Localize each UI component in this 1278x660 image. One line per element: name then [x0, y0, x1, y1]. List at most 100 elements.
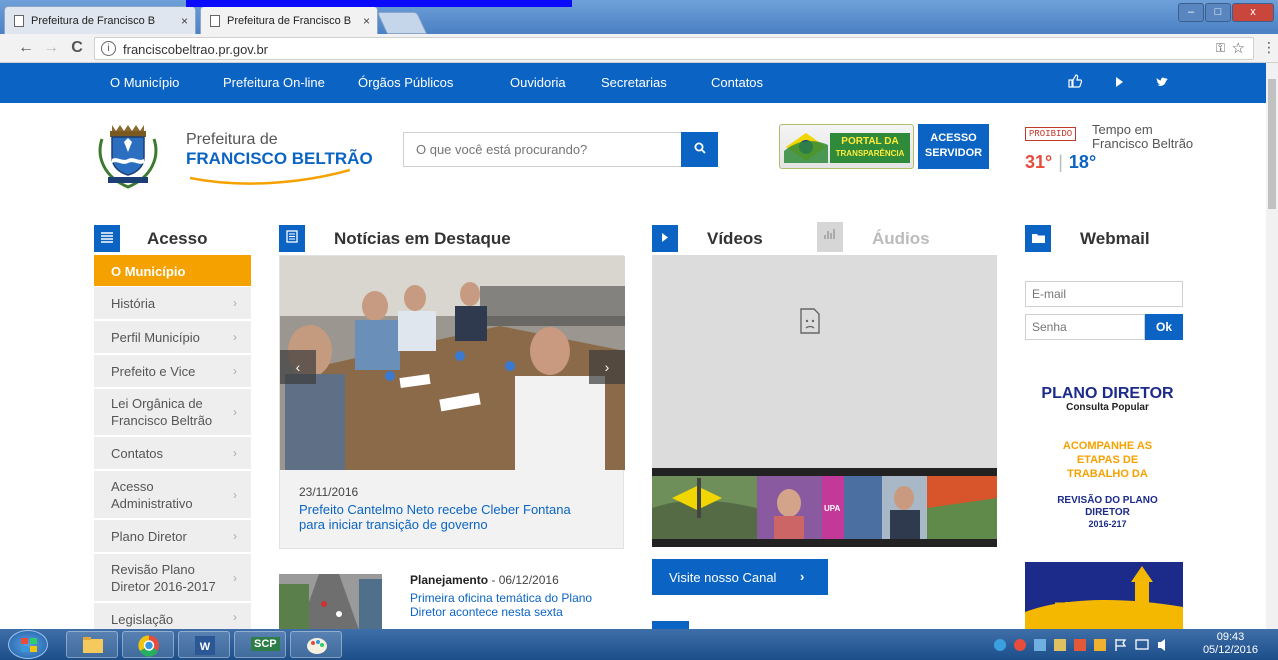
scp-icon: SCP — [251, 637, 280, 651]
system-tray-icons[interactable] — [992, 637, 1202, 653]
window-maximize-button[interactable]: □ — [1205, 3, 1231, 22]
sidebar-item-municipio[interactable]: O Município — [94, 255, 251, 286]
temp-max: 31° — [1025, 152, 1053, 172]
sidebar-item-label: Plano Diretor — [111, 529, 187, 544]
chevron-right-icon: › — [233, 529, 237, 543]
slider-next-arrow-icon[interactable]: › — [589, 350, 625, 384]
taskbar-scp[interactable]: SCP — [234, 631, 286, 658]
browser-menu-icon[interactable]: ⋮ — [1262, 39, 1276, 56]
featured-news-card[interactable]: ‹ › 23/11/2016 Prefeito Cantelmo Neto re… — [279, 255, 625, 549]
back-arrow-icon[interactable]: ← — [17, 39, 35, 57]
browser-tab-1[interactable]: Prefeitura de Francisco B × — [4, 6, 196, 34]
audio-bars-icon[interactable] — [817, 222, 843, 252]
email-field[interactable] — [1025, 281, 1183, 307]
nav-item-orgaos-publicos[interactable]: Órgãos Públicos — [358, 75, 453, 90]
tab-audios[interactable]: Áudios — [872, 229, 930, 249]
weather-temperatures: 31° | 18° — [1025, 152, 1096, 173]
news-headline-link[interactable]: Primeira oficina temática do Plano Diret… — [410, 591, 630, 619]
broken-plugin-icon — [800, 308, 820, 334]
news-thumbnail[interactable] — [279, 574, 382, 630]
browser-tab-2[interactable]: Prefeitura de Francisco B × — [200, 6, 378, 34]
weather-label-line-2: Francisco Beltrão — [1092, 136, 1194, 151]
bookmark-star-icon[interactable]: ☆ — [1232, 39, 1245, 57]
new-tab-button[interactable] — [376, 12, 428, 34]
url-text[interactable]: franciscobeltrao.pr.gov.br — [123, 42, 268, 57]
proibido-badge: PROIBIDO — [1025, 127, 1077, 141]
temp-separator: | — [1058, 152, 1063, 172]
menu-list-icon — [94, 225, 120, 252]
portal-transparencia-banner[interactable]: PORTAL DA TRANSPARÊNCIA — [779, 124, 914, 169]
search-button[interactable] — [681, 132, 718, 167]
svg-text:W: W — [200, 641, 211, 653]
tab-close-icon[interactable]: × — [181, 14, 188, 28]
sidebar-item-acesso-administrativo[interactable]: Acesso Administrativo › — [94, 471, 251, 519]
forward-arrow-icon[interactable]: → — [42, 39, 60, 57]
chevron-right-icon: › — [233, 364, 237, 378]
video-player[interactable] — [652, 255, 997, 468]
nav-item-ouvidoria[interactable]: Ouvidoria — [510, 75, 566, 90]
webmail-ok-button[interactable]: Ok — [1145, 314, 1183, 340]
nav-item-secretarias[interactable]: Secretarias — [601, 75, 667, 90]
chevron-right-icon: › — [233, 609, 237, 624]
newspaper-icon — [279, 225, 305, 252]
acesso-servidor-line-2: SERVIDOR — [924, 147, 983, 159]
thumbs-up-icon[interactable] — [1060, 71, 1090, 97]
promo-banner-image[interactable] — [1025, 562, 1183, 632]
plano-revisao: REVISÃO DO PLANO DIRETOR — [1057, 495, 1158, 518]
slider-prev-arrow-icon[interactable]: ‹ — [280, 350, 316, 384]
taskbar-chrome[interactable] — [122, 631, 174, 658]
scrollbar-thumb[interactable] — [1268, 79, 1276, 209]
news-date: 23/11/2016 — [299, 485, 359, 499]
window-minimize-button[interactable]: – — [1178, 3, 1204, 22]
sidebar-item-plano-diretor[interactable]: Plano Diretor › — [94, 520, 251, 553]
plano-diretor-banner[interactable]: PLANO DIRETOR Consulta Popular ACOMPANHE… — [1025, 385, 1190, 529]
sidebar-item-lei-organica[interactable]: Lei Orgânica de Francisco Beltrão › — [94, 389, 251, 436]
taskbar-word[interactable]: W — [178, 631, 230, 658]
chevron-right-icon: › — [233, 296, 237, 310]
sidebar-item-label: Prefeito e Vice — [111, 364, 196, 379]
sidebar-item-historia[interactable]: História › — [94, 287, 251, 320]
page-icon — [210, 15, 220, 27]
sidebar-item-legislacao[interactable]: Legislação › — [94, 603, 251, 631]
sidebar-item-prefeito[interactable]: Prefeito e Vice › — [94, 355, 251, 388]
reload-icon[interactable]: C — [68, 39, 86, 57]
taskbar-clock[interactable]: 09:43 05/12/2016 — [1203, 631, 1258, 657]
page-scrollbar[interactable] — [1266, 63, 1278, 629]
info-icon[interactable]: i — [101, 41, 116, 56]
news-date: - 06/12/2016 — [488, 573, 559, 587]
address-bar[interactable]: i franciscobeltrao.pr.gov.br ⚿ ☆ — [94, 37, 1254, 60]
canal-button-label: Visite nosso Canal — [669, 569, 777, 585]
tab-videos[interactable]: Vídeos — [707, 229, 763, 249]
news-photo[interactable]: ‹ › — [280, 256, 625, 470]
start-button[interactable] — [8, 630, 48, 659]
city-crest-logo[interactable] — [94, 117, 162, 191]
taskbar-explorer[interactable] — [66, 631, 118, 658]
key-icon[interactable]: ⚿ — [1216, 41, 1225, 56]
window-close-button[interactable]: x — [1232, 3, 1274, 22]
weather-label-line-1: Tempo em — [1092, 122, 1153, 137]
tab-close-icon[interactable]: × — [363, 14, 370, 28]
sidebar-item-revisao-plano[interactable]: Revisão Plano Diretor 2016-2017 › — [94, 554, 251, 602]
chevron-right-icon: › — [233, 330, 237, 344]
temp-min: 18° — [1068, 152, 1097, 172]
video-thumbnail-strip[interactable]: UPA — [652, 468, 997, 547]
folder-icon — [1025, 225, 1051, 252]
news-headline-link[interactable]: Prefeito Cantelmo Neto recebe Cleber Fon… — [299, 502, 599, 532]
nav-item-prefeitura-online[interactable]: Prefeitura On-line — [223, 75, 325, 90]
nav-item-contatos[interactable]: Contatos — [711, 75, 763, 90]
section-title-noticias: Notícias em Destaque — [334, 229, 511, 248]
logo-text-prefeitura[interactable]: Prefeitura de — [186, 131, 278, 149]
sidebar-item-perfil[interactable]: Perfil Município › — [94, 321, 251, 354]
search-input[interactable] — [403, 132, 682, 167]
play-icon[interactable] — [1104, 71, 1134, 97]
sidebar-item-contatos[interactable]: Contatos › — [94, 437, 251, 470]
plano-acompanhe: ACOMPANHE AS ETAPAS DE TRABALHO DA — [1062, 440, 1153, 480]
logo-swoosh — [190, 168, 350, 185]
visite-canal-button[interactable]: Visite nosso Canal › — [652, 559, 828, 595]
password-field[interactable] — [1025, 314, 1145, 340]
nav-item-municipio[interactable]: O Município — [110, 75, 179, 90]
video-play-icon[interactable] — [652, 225, 678, 252]
acesso-servidor-button[interactable]: ACESSO SERVIDOR — [918, 124, 989, 169]
twitter-icon[interactable] — [1148, 71, 1178, 97]
taskbar-paint[interactable] — [290, 631, 342, 658]
